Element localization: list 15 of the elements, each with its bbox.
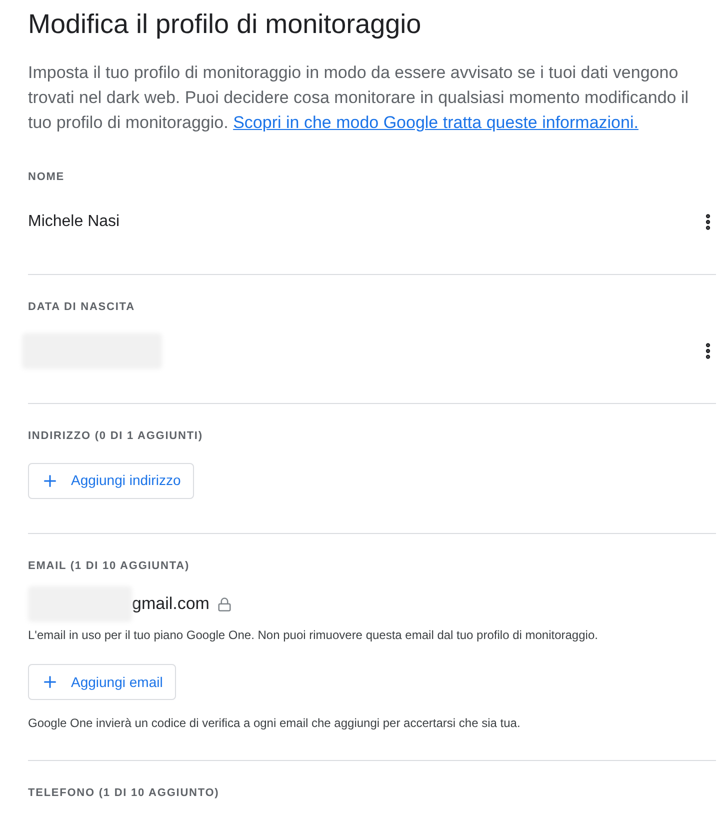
section-heading: TELEFONO (1 DI 10 AGGIUNTO) — [28, 786, 220, 801]
plus-icon — [41, 673, 59, 691]
section-heading: EMAIL (1 DI 10 AGGIUNTA) — [28, 558, 190, 574]
section-heading: NOME — [28, 170, 66, 185]
add-button[interactable]: Aggiungi indirizzo — [28, 462, 194, 498]
verification-hint: Google One invierà un codice di verifica a ogni email che aggiungi per accertarsi che sia tua. — [28, 715, 522, 732]
add-button[interactable]: Aggiungi email — [28, 664, 176, 700]
email-value: gmail.com — [132, 593, 210, 616]
field-value: Michele Nasi — [28, 212, 120, 232]
section-heading: INDIRIZZO (0 DI 1 AGGIUNTI) — [28, 429, 204, 444]
page-title: Modifica il profilo di monitoraggio — [28, 8, 422, 41]
section-heading: DATA DI NASCITA — [28, 300, 136, 314]
info-link[interactable]: Scopri in che modo Google tratta queste informazioni. — [233, 113, 638, 132]
email-note: L'email in uso per il tuo piano Google One. Non puoi rimuovere questa email dal tuo profilo di monitoraggio. — [28, 627, 599, 644]
intro-text: Imposta il tuo profilo di monitoraggio in modo da essere avvisato se i tuoi dati vengono trovati nel dark web. Puoi decidere cosa monitorare in qualsiasi momento modificando il tuo profilo di monitoraggio. Scopri in che modo Google tratta queste informazioni. — [28, 62, 690, 134]
